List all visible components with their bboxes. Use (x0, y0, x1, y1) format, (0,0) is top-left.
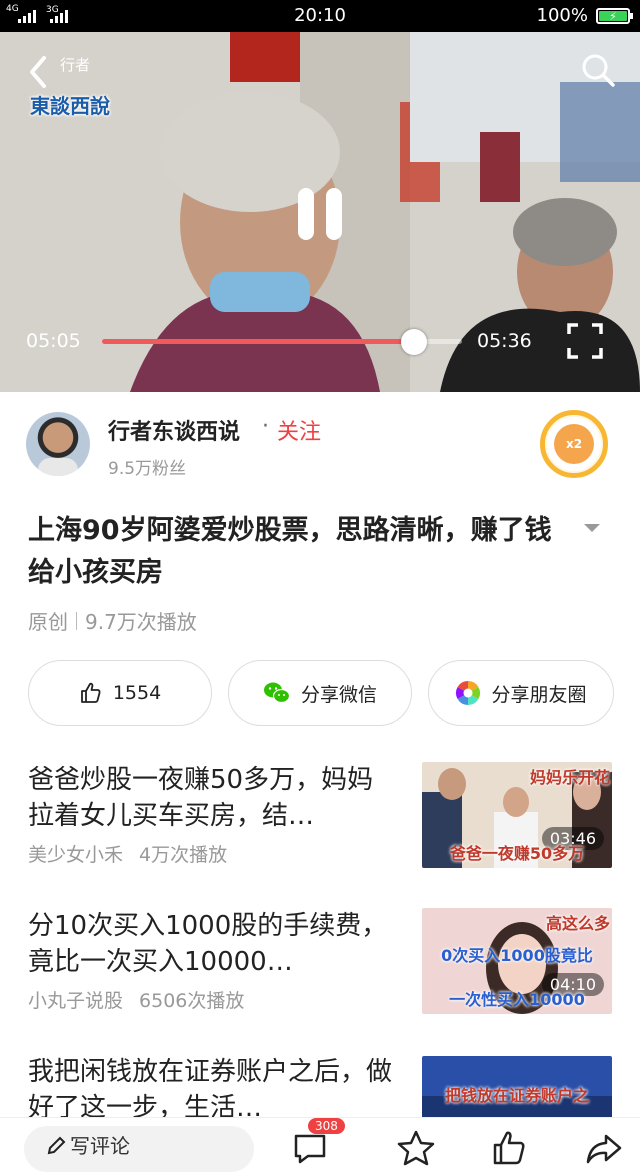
coin-multiplier: x2 (554, 424, 594, 464)
related-title: 爸爸炒股一夜赚50多万，妈妈拉着女儿买车买房，结… (28, 765, 374, 831)
battery-icon: ⚡ (596, 8, 633, 24)
meta-divider (76, 611, 77, 630)
thumbnail-top-caption: 高这么多 (545, 914, 610, 933)
list-item[interactable]: 我把闲钱放在证券账户之后，做好了这一步，生活… 把钱放在证券账户之 (0, 1054, 640, 1118)
progress-knob[interactable] (400, 329, 427, 355)
original-tag: 原创 (28, 610, 68, 634)
list-item[interactable]: 爸爸炒股一夜赚50多万，妈妈拉着女儿买车买房，结… 美少女小禾 4万次播放 妈妈乐… (0, 762, 640, 874)
current-time: 05:05 (26, 330, 81, 352)
related-thumbnail[interactable]: 妈妈乐开花 03:46 爸爸一夜赚50多万 (422, 762, 612, 868)
thumbnail-caption: 0次买入1000股竟比 (441, 946, 593, 965)
thumbnail-caption: 把钱放在证券账户之 (444, 1086, 589, 1105)
related-title: 分10次买入1000股的手续费，竟比一次买入10000… (28, 911, 388, 977)
related-meta: 美少女小禾 4万次播放 (28, 840, 227, 867)
related-thumbnail[interactable]: 高这么多 0次买入1000股竟比 04:10 一次性买入10000 (422, 908, 612, 1014)
expand-caret-icon[interactable] (584, 524, 600, 532)
video-title: 上海90岁阿婆爱炒股票，思路清晰，赚了钱给小孩买房 (28, 515, 552, 588)
share-wechat-label: 分享微信 (300, 683, 377, 706)
related-meta: 小丸子说股 6506次播放 (28, 986, 244, 1013)
comment-input[interactable]: 写评论 (24, 1126, 254, 1172)
related-author: 美少女小禾 (28, 844, 124, 866)
list-item[interactable]: 分10次买入1000股的手续费，竟比一次买入10000… 小丸子说股 6506次播… (0, 908, 640, 1020)
fullscreen-icon[interactable] (566, 322, 604, 360)
comment-placeholder: 写评论 (70, 1134, 130, 1158)
pause-icon[interactable] (298, 188, 344, 240)
like-count: 1554 (112, 682, 162, 704)
like-button[interactable]: 1554 (28, 660, 212, 726)
progress-track[interactable] (102, 329, 462, 355)
thumbs-up-icon (80, 682, 101, 703)
share-wechat-button[interactable]: 分享微信 (228, 660, 412, 726)
bottom-bar: 写评论 308 (0, 1118, 640, 1172)
progress-played (102, 339, 414, 344)
coin-reward-button[interactable]: x2 (540, 410, 608, 478)
share-icon[interactable] (584, 1128, 624, 1168)
related-author: 小丸子说股 (28, 990, 124, 1012)
share-moments-button[interactable]: 分享朋友圈 (428, 660, 614, 726)
wechat-icon (263, 682, 291, 704)
thumbnail-caption-2: 一次性买入10000 (449, 990, 585, 1009)
related-views: 6506次播放 (139, 990, 245, 1012)
author-row: 行者东谈西说 · 关注 9.5万粉丝 x2 (0, 410, 640, 482)
related-title: 我把闲钱放在证券账户之后，做好了这一步，生活… (28, 1057, 393, 1118)
author-separator: · (262, 414, 269, 439)
channel-logo-top-text: 行者 (60, 56, 91, 74)
video-player[interactable]: 行者 東談西說 05:05 05:36 (0, 32, 640, 392)
battery-percent: 100% (536, 5, 588, 26)
search-icon[interactable] (580, 52, 616, 88)
author-name[interactable]: 行者东谈西说 (108, 414, 240, 446)
thumbnail-caption: 爸爸一夜赚50多万 (449, 844, 585, 863)
share-moments-label: 分享朋友圈 (491, 683, 587, 706)
pen-icon (47, 1136, 66, 1155)
follow-button[interactable]: 关注 (277, 414, 321, 446)
thumbnail-top-caption: 妈妈乐开花 (529, 768, 610, 787)
related-thumbnail[interactable]: 把钱放在证券账户之 (422, 1056, 612, 1118)
moments-icon (456, 681, 481, 705)
star-icon[interactable] (396, 1128, 436, 1168)
fans-count: 9.5万粉丝 (108, 459, 187, 479)
play-count: 9.7万次播放 (85, 610, 197, 634)
comment-count-badge: 308 (308, 1118, 345, 1134)
channel-logo: 行者 東談西說 (30, 54, 120, 124)
status-bar: 4G 3G 20:10 100% ⚡ (0, 0, 640, 32)
action-buttons: 1554 分享微信 分享朋友圈 (28, 660, 614, 726)
video-meta: 原创 9.7万次播放 (28, 606, 197, 635)
duration: 05:36 (477, 330, 532, 352)
like-icon[interactable] (490, 1128, 530, 1168)
related-views: 4万次播放 (139, 844, 228, 866)
avatar[interactable] (26, 412, 90, 476)
comment-icon[interactable] (290, 1128, 330, 1168)
channel-logo-bottom-text: 東談西說 (30, 94, 110, 118)
